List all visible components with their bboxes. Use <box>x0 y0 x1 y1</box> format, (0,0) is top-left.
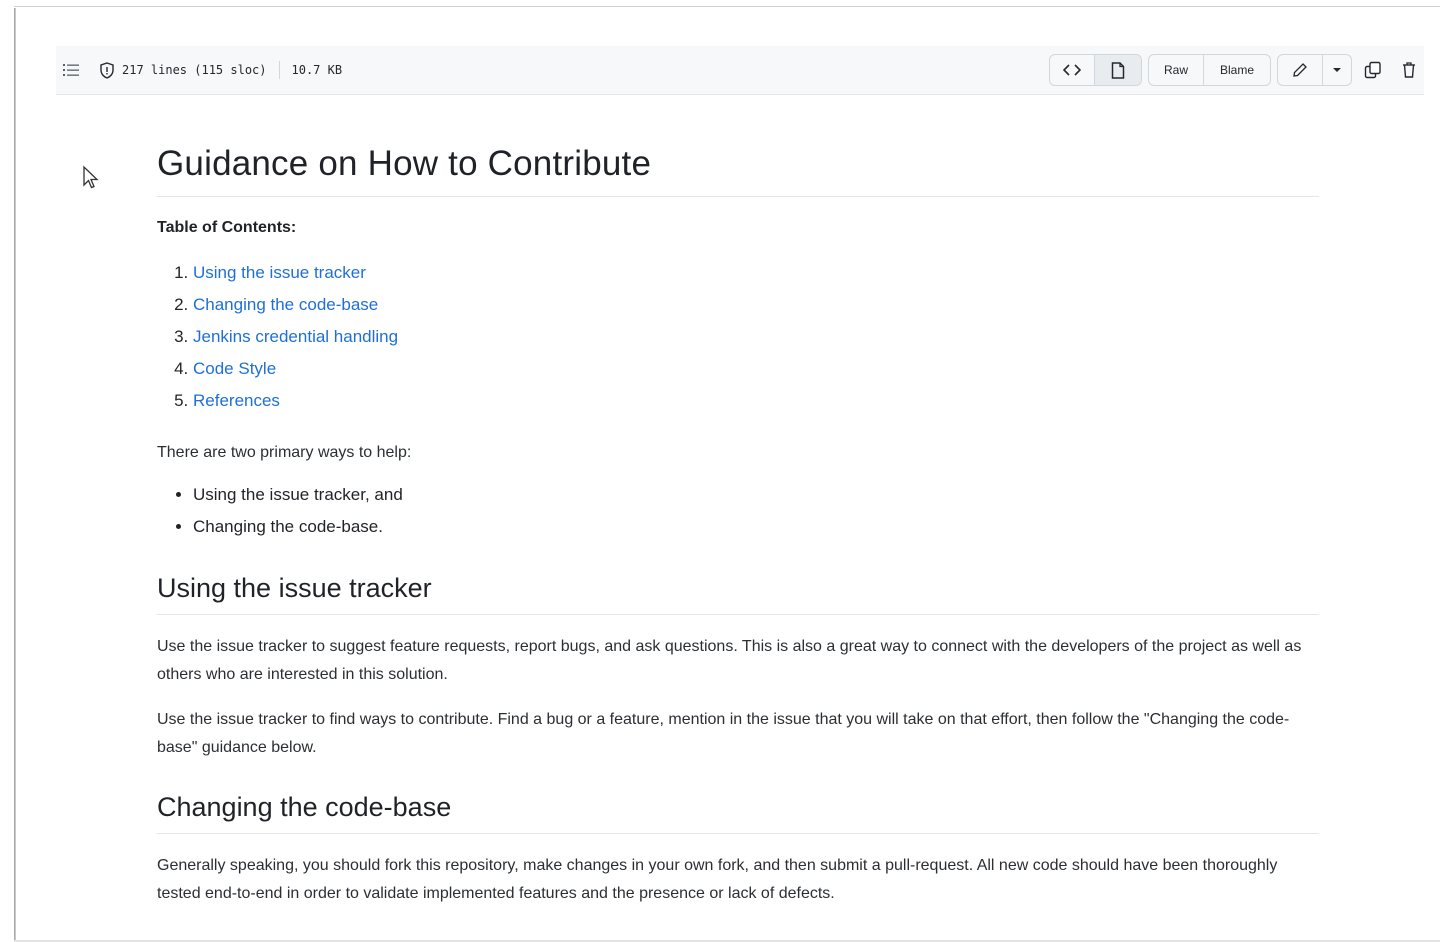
copy-icon <box>1364 61 1382 79</box>
copy-button[interactable] <box>1358 55 1388 85</box>
mouse-cursor-icon <box>82 165 100 191</box>
toc-link-issue-tracker[interactable]: Using the issue tracker <box>193 263 366 282</box>
delete-button[interactable] <box>1394 55 1424 85</box>
raw-blame-group: Raw Blame <box>1148 54 1271 86</box>
toc-item: Changing the code-base <box>193 293 1319 325</box>
file-size: 10.7 KB <box>291 63 343 77</box>
toc-link-code-base[interactable]: Changing the code-base <box>193 295 378 314</box>
toc-link-references[interactable]: References <box>193 391 280 410</box>
edit-group <box>1277 54 1352 86</box>
page-title: Guidance on How to Contribute <box>157 144 1319 197</box>
raw-button[interactable]: Raw <box>1149 55 1204 85</box>
toc-link-code-style[interactable]: Code Style <box>193 359 276 378</box>
code-view-button[interactable] <box>1050 55 1095 85</box>
toc-item: Using the issue tracker <box>193 261 1319 293</box>
blame-button[interactable]: Blame <box>1204 55 1270 85</box>
window-frame-top <box>14 6 1440 7</box>
ways-list: Using the issue tracker, and Changing th… <box>157 483 1319 547</box>
toc-item: Jenkins credential handling <box>193 325 1319 357</box>
edit-dropdown-button[interactable] <box>1323 55 1351 85</box>
toc-link-jenkins[interactable]: Jenkins credential handling <box>193 327 398 346</box>
divider <box>278 61 280 79</box>
list-item: Changing the code-base. <box>193 515 1319 547</box>
list-toc-icon[interactable] <box>60 59 82 81</box>
file-header-toolbar: 217 lines (115 sloc) 10.7 KB Raw Blame <box>56 46 1424 95</box>
section-heading-code-base: Changing the code-base <box>157 792 1319 834</box>
paragraph: Use the issue tracker to suggest feature… <box>157 638 1302 683</box>
view-toggle-group <box>1049 54 1142 86</box>
toc-item: References <box>193 389 1319 421</box>
toc-item: Code Style <box>193 357 1319 389</box>
edit-button[interactable] <box>1278 55 1323 85</box>
paragraph: Generally speaking, you should fork this… <box>157 857 1278 902</box>
pencil-icon <box>1292 62 1308 78</box>
list-item: Using the issue tracker, and <box>193 483 1319 515</box>
intro-text: There are two primary ways to help: <box>157 444 412 461</box>
preview-view-button[interactable] <box>1095 55 1141 85</box>
paragraph: Use the issue tracker to find ways to co… <box>157 711 1290 756</box>
shield-info-icon <box>98 61 116 79</box>
trash-icon <box>1401 61 1417 79</box>
markdown-body: Guidance on How to Contribute Table of C… <box>157 130 1319 908</box>
file-actions: Raw Blame <box>1049 46 1424 94</box>
code-icon <box>1063 63 1081 77</box>
file-icon <box>1111 61 1125 79</box>
caret-down-icon <box>1332 67 1342 73</box>
window-frame-left <box>14 8 16 942</box>
file-info: 217 lines (115 sloc) 10.7 KB <box>56 59 342 81</box>
lines-count: 217 lines (115 sloc) <box>122 63 267 77</box>
toc-list: Using the issue tracker Changing the cod… <box>157 261 1319 421</box>
toc-heading: Table of Contents: <box>157 219 297 236</box>
section-heading-issue-tracker: Using the issue tracker <box>157 573 1319 615</box>
